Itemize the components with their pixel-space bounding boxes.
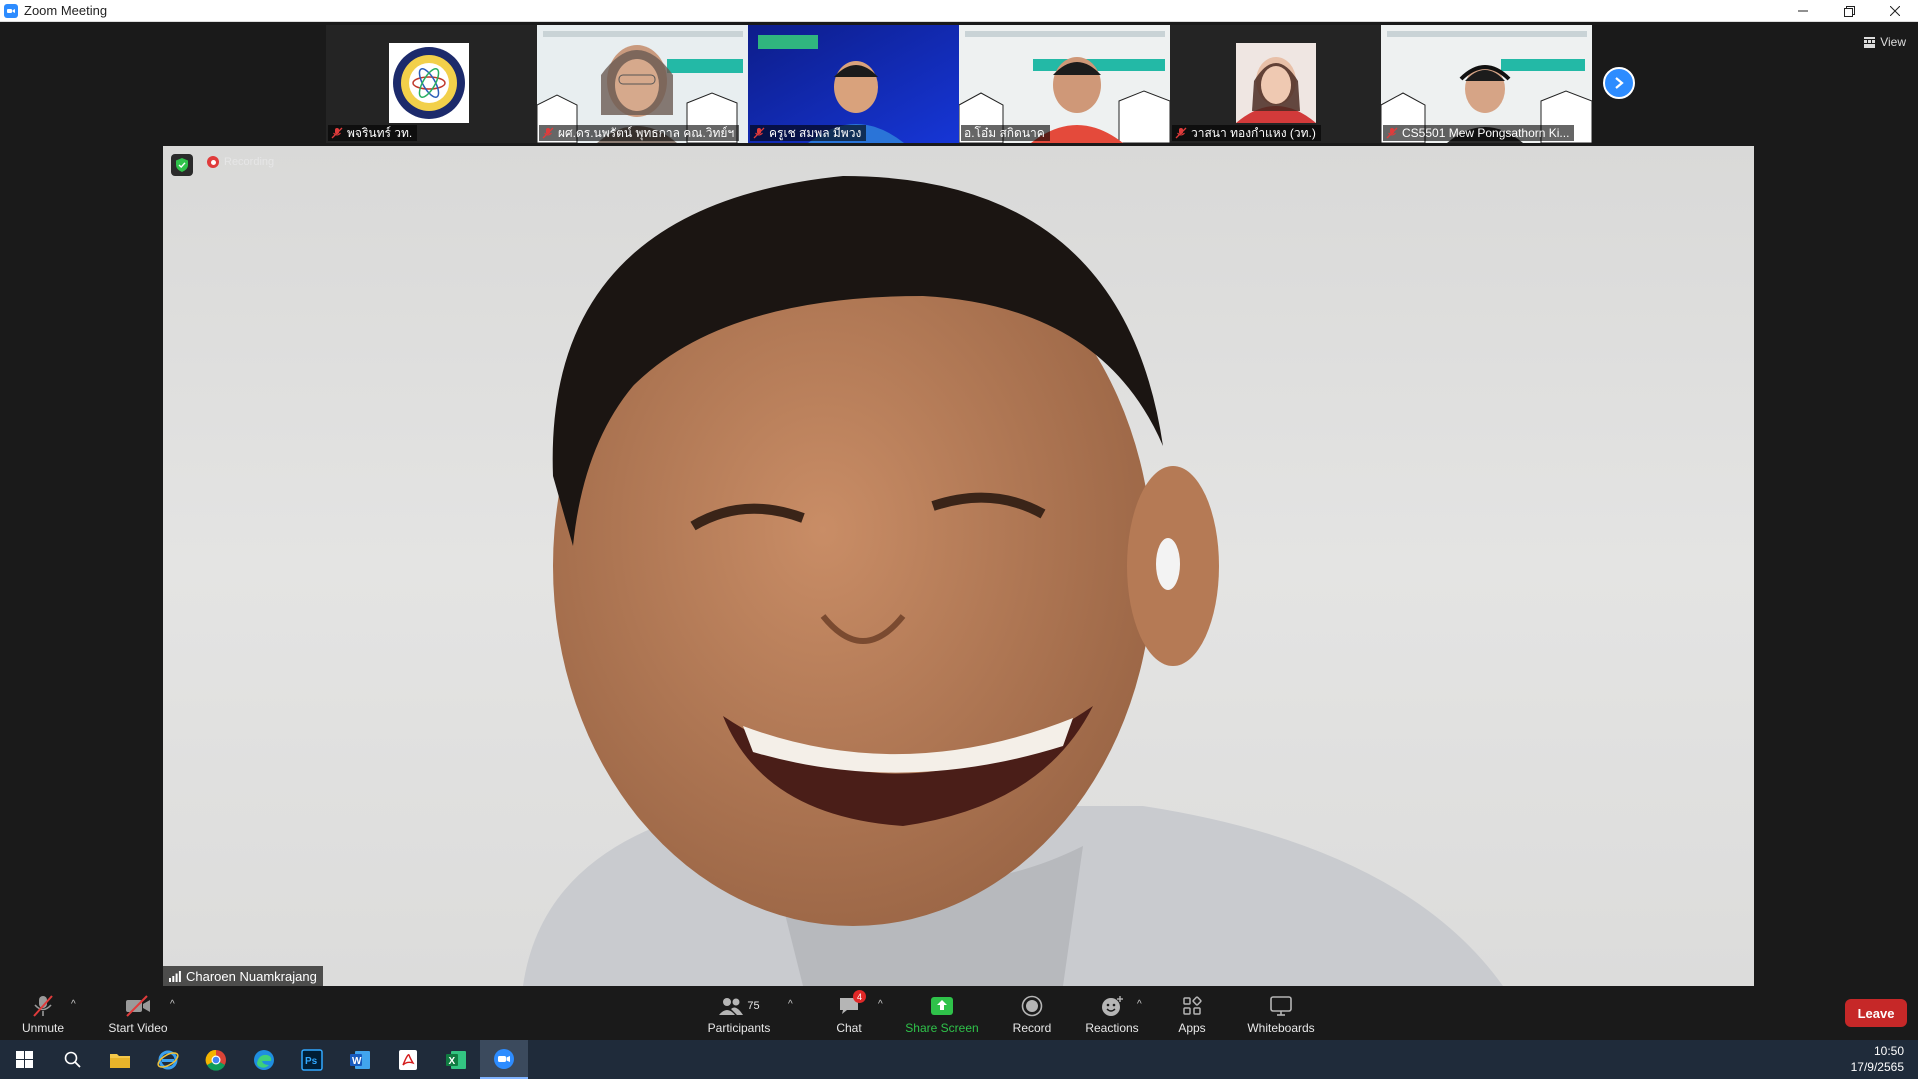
speaker-video-feed <box>523 176 1503 986</box>
participant-name-label: พจรินทร์ วท. <box>328 125 418 141</box>
recording-dot-icon <box>207 156 219 168</box>
next-page-button[interactable] <box>1603 67 1635 99</box>
leave-meeting-button[interactable]: Leave <box>1845 999 1907 1027</box>
unmute-button[interactable]: Unmute <box>14 989 72 1040</box>
excel-icon[interactable]: X <box>432 1040 480 1079</box>
whiteboards-button[interactable]: Whiteboards <box>1246 989 1316 1040</box>
participants-options-caret[interactable]: ^ <box>788 999 793 1010</box>
speaker-name-label: Charoen Nuamkrajang <box>163 966 323 986</box>
svg-text:W: W <box>352 1056 362 1067</box>
close-button[interactable] <box>1872 0 1918 22</box>
share-screen-button[interactable]: Share Screen <box>904 989 980 1040</box>
mic-muted-icon <box>753 127 765 139</box>
participant-name-label: ผศ.ดร.นพรัตน์ พุทธกาล คณ.วิทย์ฯ <box>539 125 740 141</box>
photoshop-icon[interactable]: Ps <box>288 1040 336 1079</box>
acrobat-icon[interactable] <box>384 1040 432 1079</box>
reactions-button[interactable]: Reactions <box>1084 989 1140 1040</box>
svg-text:X: X <box>449 1056 456 1067</box>
edge-icon[interactable] <box>240 1040 288 1079</box>
chrome-icon[interactable] <box>192 1040 240 1079</box>
word-icon[interactable]: W <box>336 1040 384 1079</box>
audio-options-caret[interactable]: ^ <box>71 999 76 1010</box>
participant-tile[interactable]: ครูเช สมพล มีพวง <box>748 25 959 143</box>
whiteboard-icon <box>1270 996 1292 1016</box>
participants-button[interactable]: 75 Participants <box>704 989 774 1040</box>
window-titlebar: Zoom Meeting <box>0 0 1918 22</box>
participants-count: 75 <box>747 1000 760 1012</box>
chat-unread-badge: 4 <box>853 990 866 1003</box>
zoom-taskbar-icon[interactable] <box>480 1040 528 1079</box>
participant-name-label: วาสนา ทองกำแหง (วท.) <box>1172 125 1321 141</box>
video-off-icon <box>126 995 150 1017</box>
video-options-caret[interactable]: ^ <box>170 999 175 1010</box>
chat-options-caret[interactable]: ^ <box>878 999 883 1010</box>
active-speaker-video: Recording Charoen Nuamkrajang <box>163 146 1754 986</box>
start-video-button[interactable]: Start Video <box>104 989 172 1040</box>
participant-tile[interactable]: อ.โอ๋ม สกิดนาค <box>959 25 1170 143</box>
view-button[interactable]: View <box>1864 32 1906 52</box>
smiley-icon <box>1102 996 1123 1016</box>
mic-muted-icon <box>33 995 53 1017</box>
participant-tile[interactable]: วาสนา ทองกำแหง (วท.) <box>1170 25 1381 143</box>
participant-tile[interactable]: พจรินทร์ วท. <box>326 25 537 143</box>
signal-strength-icon <box>169 970 181 982</box>
system-clock[interactable]: 10:50 17/9/2565 <box>1851 1043 1904 1075</box>
internet-explorer-icon[interactable] <box>144 1040 192 1079</box>
minimize-button[interactable] <box>1780 0 1826 22</box>
windows-taskbar: Ps W X 10:50 17/9/2565 <box>0 1040 1918 1079</box>
apps-icon <box>1183 996 1202 1015</box>
search-icon[interactable] <box>48 1040 96 1079</box>
restore-button[interactable] <box>1826 0 1872 22</box>
meeting-stage: พจรินทร์ วท. ผศ.ดร.นพรัตน์ พุทธกาล คณ.วิ… <box>0 22 1918 989</box>
participants-icon <box>719 998 744 1015</box>
apps-button[interactable]: Apps <box>1176 989 1208 1040</box>
mic-muted-icon <box>331 127 343 139</box>
svg-text:Ps: Ps <box>305 1056 318 1067</box>
participant-name-label: ครูเช สมพล มีพวง <box>750 125 867 141</box>
windows-start-icon[interactable] <box>0 1040 48 1079</box>
window-title: Zoom Meeting <box>24 3 108 18</box>
file-explorer-icon[interactable] <box>96 1040 144 1079</box>
recording-indicator[interactable]: Recording <box>207 156 274 168</box>
chevron-right-icon <box>1615 77 1624 89</box>
chat-button[interactable]: 4 Chat <box>828 989 870 1040</box>
mic-muted-icon <box>1386 127 1398 139</box>
participant-name-label: CS5501 Mew Pongsathorn Ki... <box>1383 125 1575 141</box>
reactions-options-caret[interactable]: ^ <box>1137 999 1142 1010</box>
participant-tile[interactable]: ผศ.ดร.นพรัตน์ พุทธกาล คณ.วิทย์ฯ <box>537 25 748 143</box>
participant-tile[interactable]: CS5501 Mew Pongsathorn Ki... <box>1381 25 1592 143</box>
record-icon <box>1021 995 1043 1017</box>
mic-muted-icon <box>1175 127 1187 139</box>
meeting-toolbar: Unmute ^ Start Video ^ 75 Participants ^… <box>0 989 1918 1040</box>
record-button[interactable]: Record <box>1010 989 1054 1040</box>
zoom-app-icon <box>4 3 18 18</box>
grid-view-icon <box>1864 36 1876 48</box>
security-shield-icon[interactable] <box>171 154 193 176</box>
gallery-strip: พจรินทร์ วท. ผศ.ดร.นพรัตน์ พุทธกาล คณ.วิ… <box>326 25 1592 143</box>
mic-muted-icon <box>542 127 554 139</box>
participant-name-label: อ.โอ๋ม สกิดนาค <box>961 125 1050 141</box>
share-screen-icon <box>931 997 953 1015</box>
